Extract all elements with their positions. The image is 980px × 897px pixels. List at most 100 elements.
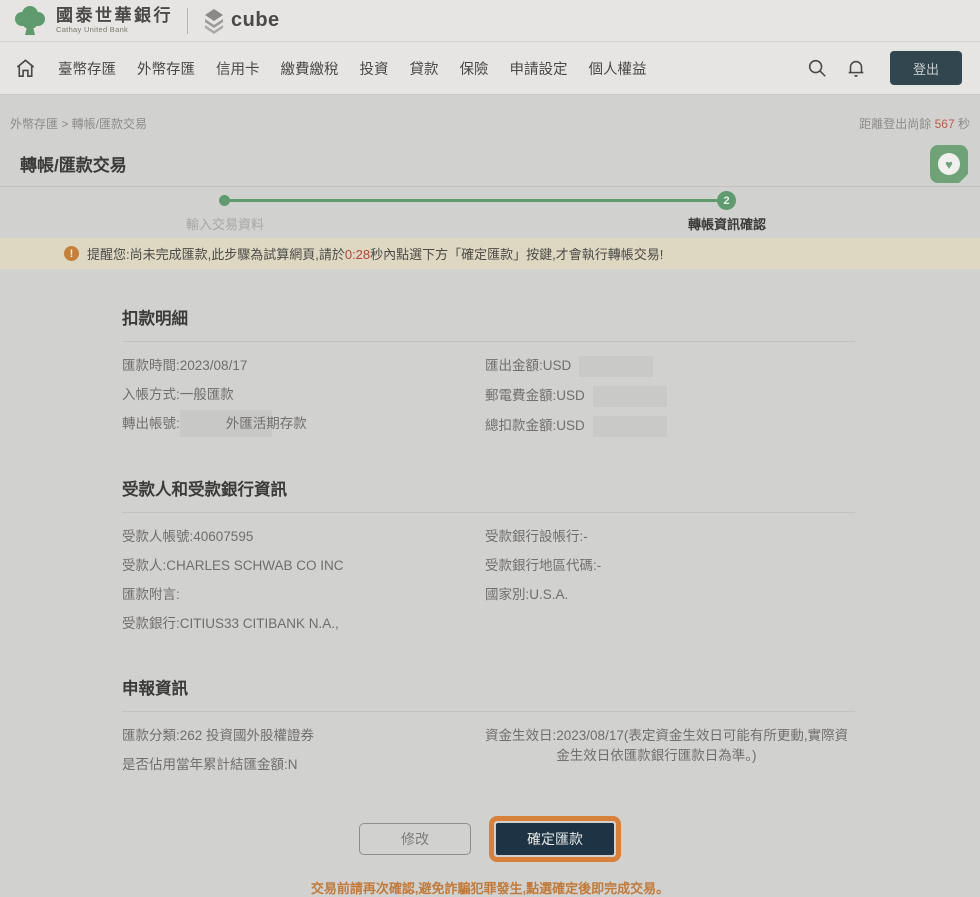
heart-icon: ♥ — [938, 153, 960, 175]
detail-row: 受款銀行地區代碼: - — [485, 552, 855, 581]
detail-row: 匯款分類: 262 投資國外股權證券 — [122, 722, 485, 751]
step-1-label: 輸入交易資料 — [186, 214, 264, 233]
field-value: - — [583, 527, 855, 547]
field-value: 40607595 — [193, 527, 485, 547]
nav-item-pay-tax[interactable]: 繳費繳稅 — [281, 58, 339, 79]
nav-item-fx[interactable]: 外幣存匯 — [137, 58, 195, 79]
step-1-dot — [219, 195, 230, 206]
favorite-button[interactable]: ♥ — [930, 145, 968, 183]
nav-item-invest[interactable]: 投資 — [360, 58, 389, 79]
field-value: U.S.A. — [529, 585, 855, 605]
section-title: 申報資訊 — [122, 639, 855, 711]
field-label: 受款人: — [122, 556, 166, 576]
action-buttons: 修改 確定匯款 — [0, 816, 980, 862]
modify-button[interactable]: 修改 — [359, 823, 471, 855]
detail-row: 是否佔用當年累計結匯金額: N — [122, 751, 485, 780]
nav-item-credit-card[interactable]: 信用卡 — [216, 58, 260, 79]
field-label: 受款銀行設帳行: — [485, 527, 583, 547]
main-nav: 臺幣存匯 外幣存匯 信用卡 繳費繳稅 投資 貸款 保險 申請設定 個人權益 登出 — [0, 42, 980, 95]
field-label: 是否佔用當年累計結匯金額: — [122, 755, 288, 775]
progress-stepper: 2 輸入交易資料 轉帳資訊確認 — [0, 187, 980, 235]
notification-bell-icon[interactable] — [845, 57, 867, 79]
bank-name-en: Cathay United Bank — [56, 26, 173, 34]
bank-name: 國泰世華銀行 — [56, 7, 173, 24]
field-label: 匯款附言: — [122, 585, 180, 605]
section-payee-info: 受款人和受款銀行資訊 受款人帳號: 40607595 受款人: CHARLES … — [122, 442, 855, 639]
cube-logo[interactable]: cube — [202, 8, 280, 34]
detail-row: 資金生效日: 2023/08/17(表定資金生效日可能有所更動,實際資金生效日依… — [485, 722, 855, 771]
logout-button[interactable]: 登出 — [890, 51, 962, 85]
page-title-bar: 轉帳/匯款交易 ♥ — [0, 141, 980, 187]
field-label: 匯款時間: — [122, 356, 180, 376]
detail-row: 轉出帳號: 外匯活期存款 — [122, 410, 485, 439]
timer-suffix: 秒 — [955, 117, 970, 131]
field-value: - — [597, 556, 855, 576]
nav-item-insurance[interactable]: 保險 — [460, 58, 489, 79]
countdown-alert: ! 提醒您:尚未完成匯款,此步驟為試算網頁,請於0:28秒內點選下方「確定匯款」… — [0, 238, 980, 269]
section-deduction-details: 扣款明細 匯款時間: 2023/08/17 入帳方式: 一般匯款 轉出帳號: 外… — [122, 269, 855, 442]
detail-row: 受款人帳號: 40607595 — [122, 523, 485, 552]
nav-item-twd[interactable]: 臺幣存匯 — [58, 58, 116, 79]
field-label: 國家別: — [485, 585, 529, 605]
field-label: 資金生效日: — [485, 726, 556, 746]
section-declaration-info: 申報資訊 匯款分類: 262 投資國外股權證券 是否佔用當年累計結匯金額: N … — [122, 639, 855, 780]
nav-item-apply-settings[interactable]: 申請設定 — [510, 58, 568, 79]
field-value: N — [288, 755, 485, 775]
bank-logo[interactable]: 國泰世華銀行 Cathay United Bank — [12, 3, 173, 39]
detail-row: 匯款時間: 2023/08/17 — [122, 352, 485, 381]
timer-prefix: 距離登出尚餘 — [859, 117, 934, 131]
field-value: 262 投資國外股權證券 — [180, 726, 485, 746]
field-value: USD — [543, 356, 572, 376]
breadcrumb-row: 外幣存匯 > 轉帳/匯款交易 距離登出尚餘 567 秒 — [0, 95, 980, 141]
step-2-label: 轉帳資訊確認 — [688, 214, 766, 233]
timer-value: 567 — [935, 117, 955, 131]
section-title: 受款人和受款銀行資訊 — [122, 442, 855, 512]
field-label: 受款人帳號: — [122, 527, 193, 547]
alert-text: 提醒您:尚未完成匯款,此步驟為試算網頁,請於0:28秒內點選下方「確定匯款」按鍵… — [87, 244, 663, 263]
field-value: CHARLES SCHWAB CO INC — [166, 556, 485, 576]
detail-row: 受款銀行設帳行: - — [485, 523, 855, 552]
detail-row: 受款銀行: CITIUS33 CITIBANK N.A., — [122, 610, 485, 639]
field-label: 郵電費金額: — [485, 386, 556, 406]
session-timer: 距離登出尚餘 567 秒 — [859, 115, 970, 132]
field-label: 匯出金額: — [485, 356, 543, 376]
field-value: USD — [556, 386, 585, 406]
confirm-remit-button[interactable]: 確定匯款 — [496, 823, 614, 855]
detail-row: 郵電費金額: USD — [485, 382, 855, 412]
field-label: 受款銀行: — [122, 614, 180, 634]
redacted-amount — [593, 386, 667, 407]
search-icon[interactable] — [806, 57, 828, 79]
alert-countdown: 0:28 — [345, 247, 370, 262]
page-title: 轉帳/匯款交易 — [20, 151, 127, 176]
detail-row: 國家別: U.S.A. — [485, 581, 855, 610]
redacted-amount — [579, 356, 653, 377]
detail-row: 匯出金額: USD — [485, 352, 855, 382]
nav-item-personal-rights[interactable]: 個人權益 — [589, 58, 647, 79]
anti-fraud-notice: 交易前請再次確認,避免詐騙犯罪發生,點選確定後即完成交易。 — [0, 878, 980, 897]
breadcrumb[interactable]: 外幣存匯 > 轉帳/匯款交易 — [10, 115, 147, 132]
field-label: 總扣款金額: — [485, 416, 556, 436]
field-value: USD — [556, 416, 585, 436]
field-label: 轉出帳號: — [122, 414, 180, 434]
field-value: CITIUS33 CITIBANK N.A., — [180, 614, 485, 634]
alert-suffix: 秒內點選下方「確定匯款」按鍵,才會執行轉帳交易! — [370, 247, 663, 262]
field-value: 一般匯款 — [180, 385, 485, 405]
confirm-highlight-ring: 確定匯款 — [489, 816, 621, 862]
detail-row: 總扣款金額: USD — [485, 412, 855, 442]
field-value: 2023/08/17 — [180, 356, 485, 376]
field-label: 匯款分類: — [122, 726, 180, 746]
logo-divider — [187, 8, 188, 34]
detail-row: 受款人: CHARLES SCHWAB CO INC — [122, 552, 485, 581]
app-header: 國泰世華銀行 Cathay United Bank cube — [0, 0, 980, 42]
section-title: 扣款明細 — [122, 269, 855, 341]
warning-icon: ! — [64, 246, 79, 261]
nav-item-loan[interactable]: 貸款 — [410, 58, 439, 79]
stepper-line — [225, 199, 727, 202]
cube-leaf-icon — [202, 8, 226, 34]
field-value: 2023/08/17(表定資金生效日可能有所更動,實際資金生效日依匯款銀行匯款日… — [556, 726, 855, 766]
home-icon[interactable] — [14, 57, 37, 80]
redacted-amount — [593, 416, 667, 437]
product-name: cube — [231, 9, 280, 32]
tree-logo-icon — [12, 3, 48, 39]
step-2-circle: 2 — [717, 191, 736, 210]
